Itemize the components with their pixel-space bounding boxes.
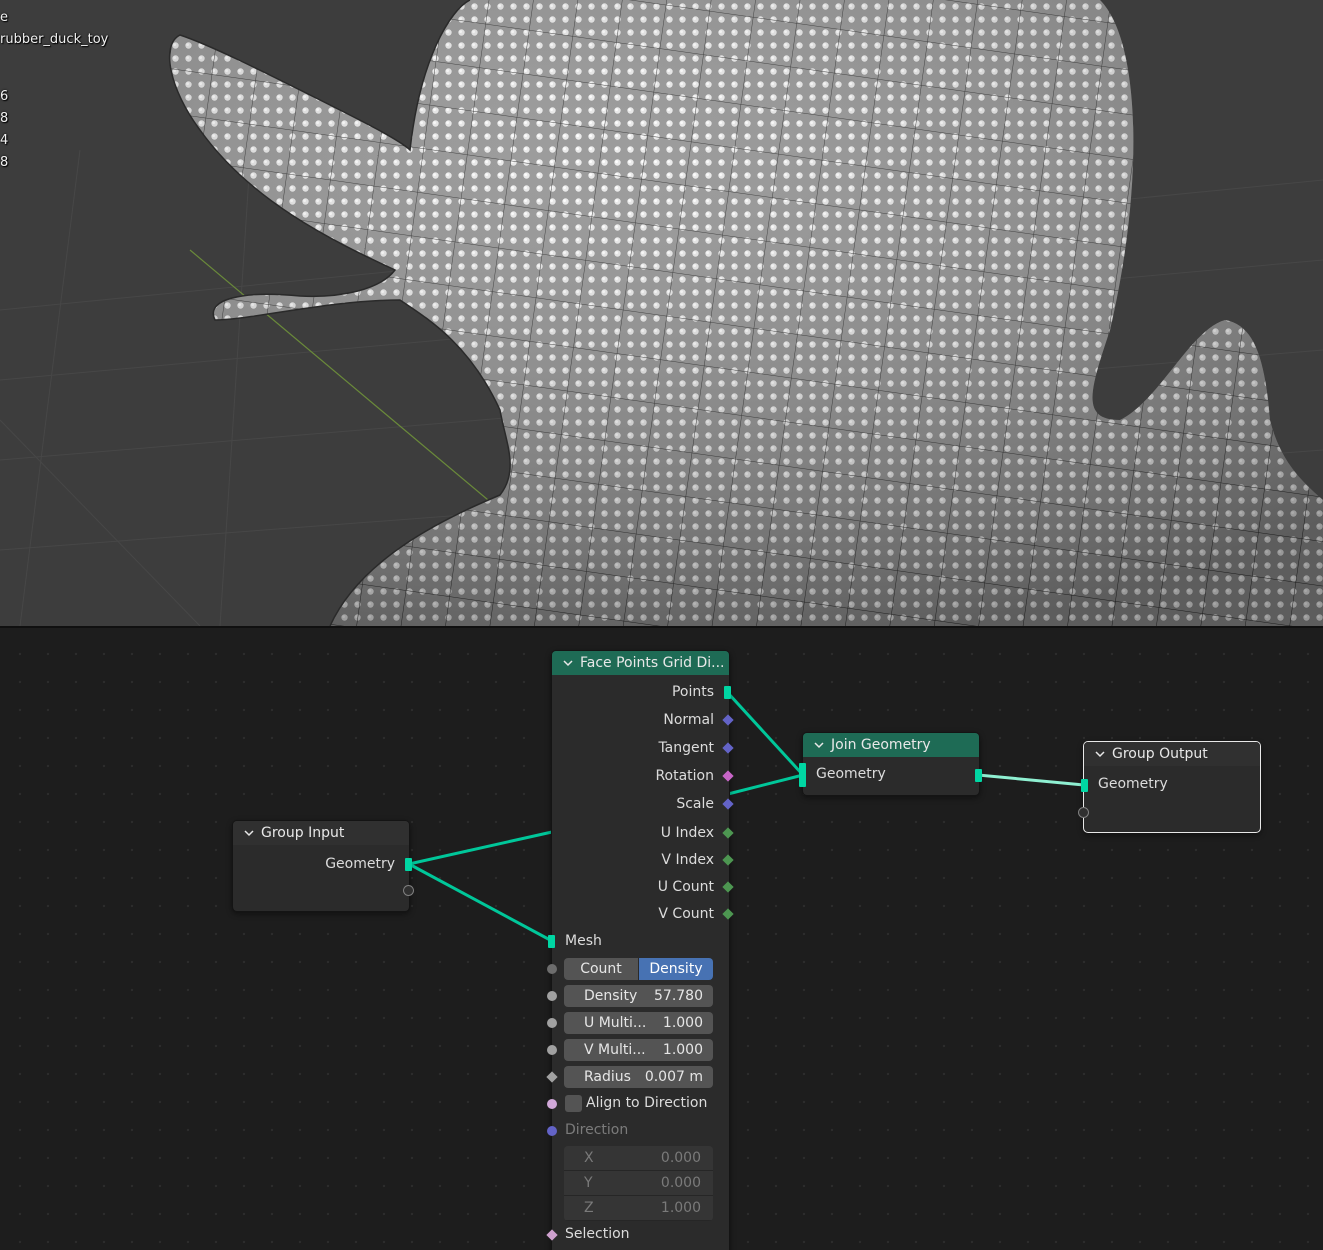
direction-z-value: 1.000 — [660, 1200, 701, 1216]
direction-x-field[interactable]: X 0.000 — [564, 1146, 713, 1171]
chevron-down-icon[interactable] — [1094, 748, 1106, 760]
link-join-to-output — [977, 773, 1085, 787]
socket-align-input[interactable] — [547, 1099, 557, 1109]
direction-z-label: Z — [584, 1200, 594, 1216]
output-u-index: U Index — [660, 825, 714, 841]
viewport-stat: 6 — [0, 89, 9, 104]
node-editor[interactable]: Face Points Grid Di... Points Normal Tan… — [0, 628, 1323, 1250]
chevron-down-icon[interactable] — [243, 827, 255, 839]
group-output-node-header[interactable]: Group Output — [1084, 742, 1260, 766]
direction-y-field[interactable]: Y 0.000 — [564, 1171, 713, 1196]
v-multiplier-field[interactable]: V Multi... 1.000 — [564, 1039, 713, 1061]
density-field[interactable]: Density 57.780 — [564, 985, 713, 1007]
socket-group-input-virtual[interactable] — [403, 885, 414, 896]
socket-direction-input[interactable] — [547, 1126, 557, 1136]
node-title: Group Input — [261, 825, 345, 841]
socket-mesh-input[interactable] — [548, 935, 555, 948]
node-title: Group Output — [1112, 746, 1208, 762]
radius-field[interactable]: Radius 0.007 m — [564, 1066, 713, 1088]
direction-x-value: 0.000 — [660, 1150, 701, 1166]
socket-join-geometry-output[interactable] — [975, 769, 982, 782]
direction-y-label: Y — [584, 1175, 593, 1191]
join-geometry-input-label: Geometry — [816, 766, 886, 782]
group-output-geometry-label: Geometry — [1098, 776, 1168, 792]
output-points: Points — [671, 684, 714, 700]
align-to-direction-label: Align to Direction — [586, 1095, 708, 1111]
join-geometry-node-header[interactable]: Join Geometry — [803, 733, 979, 757]
link-group-input-to-mesh — [408, 862, 553, 943]
output-u-count: U Count — [657, 879, 714, 895]
output-rotation: Rotation — [655, 768, 714, 784]
group-input-geometry-label: Geometry — [325, 856, 395, 872]
mode-count-option[interactable]: Count — [564, 958, 638, 980]
viewport-render — [0, 0, 1323, 626]
socket-join-geometry-input[interactable] — [799, 763, 806, 787]
socket-mode-input[interactable] — [547, 964, 557, 974]
v-multiplier-value: 1.000 — [662, 1042, 703, 1058]
link-group-input-to-face-points — [408, 830, 553, 866]
v-multiplier-label: V Multi... — [584, 1042, 646, 1058]
direction-vector-field[interactable]: X 0.000 Y 0.000 Z 1.000 — [564, 1146, 713, 1221]
density-value: 57.780 — [654, 988, 703, 1004]
viewport-stat: 8 — [0, 155, 9, 170]
radius-label: Radius — [584, 1069, 631, 1085]
density-label: Density — [584, 988, 638, 1004]
direction-y-value: 0.000 — [660, 1175, 701, 1191]
output-scale: Scale — [676, 796, 714, 812]
input-mesh-label: Mesh — [565, 933, 602, 949]
viewport-object-name: rubber_duck_toy — [0, 32, 109, 47]
link-points-to-join — [726, 691, 805, 777]
join-geometry-node[interactable]: Join Geometry — [802, 732, 980, 796]
direction-x-label: X — [584, 1150, 594, 1166]
link-scale-to-join — [727, 773, 804, 796]
3d-viewport[interactable]: e rubber_duck_toy 6 8 4 8 — [0, 0, 1323, 626]
direction-label: Direction — [565, 1122, 629, 1138]
chevron-down-icon[interactable] — [813, 739, 825, 751]
viewport-stat: 4 — [0, 133, 9, 148]
viewport-overlay-line: e — [0, 10, 8, 25]
node-title: Join Geometry — [831, 737, 931, 753]
face-points-node-header[interactable]: Face Points Grid Di... — [552, 651, 729, 675]
mode-toggle[interactable]: Count Density — [564, 958, 713, 980]
socket-u-multiplier-input[interactable] — [547, 1018, 557, 1028]
output-v-index: V Index — [661, 852, 714, 868]
socket-group-output-virtual[interactable] — [1078, 807, 1089, 818]
direction-z-field[interactable]: Z 1.000 — [564, 1196, 713, 1221]
socket-group-output-geometry[interactable] — [1081, 779, 1088, 792]
output-tangent: Tangent — [658, 740, 714, 756]
socket-v-multiplier-input[interactable] — [547, 1045, 557, 1055]
node-title: Face Points Grid Di... — [580, 655, 725, 671]
chevron-down-icon[interactable] — [562, 657, 574, 669]
viewport-stat: 8 — [0, 111, 9, 126]
u-multiplier-value: 1.000 — [662, 1015, 703, 1031]
duck-mesh — [169, 0, 1323, 626]
u-multiplier-label: U Multi... — [584, 1015, 647, 1031]
radius-value: 0.007 m — [644, 1069, 703, 1085]
mode-density-option[interactable]: Density — [638, 958, 713, 980]
align-to-direction-checkbox[interactable] — [565, 1095, 582, 1112]
socket-points-output[interactable] — [724, 686, 731, 699]
socket-density-input[interactable] — [547, 991, 557, 1001]
socket-group-input-geometry[interactable] — [405, 858, 412, 871]
group-input-node-header[interactable]: Group Input — [233, 821, 409, 845]
selection-label: Selection — [565, 1226, 630, 1242]
output-normal: Normal — [663, 712, 714, 728]
u-multiplier-field[interactable]: U Multi... 1.000 — [564, 1012, 713, 1034]
output-v-count: V Count — [658, 906, 714, 922]
